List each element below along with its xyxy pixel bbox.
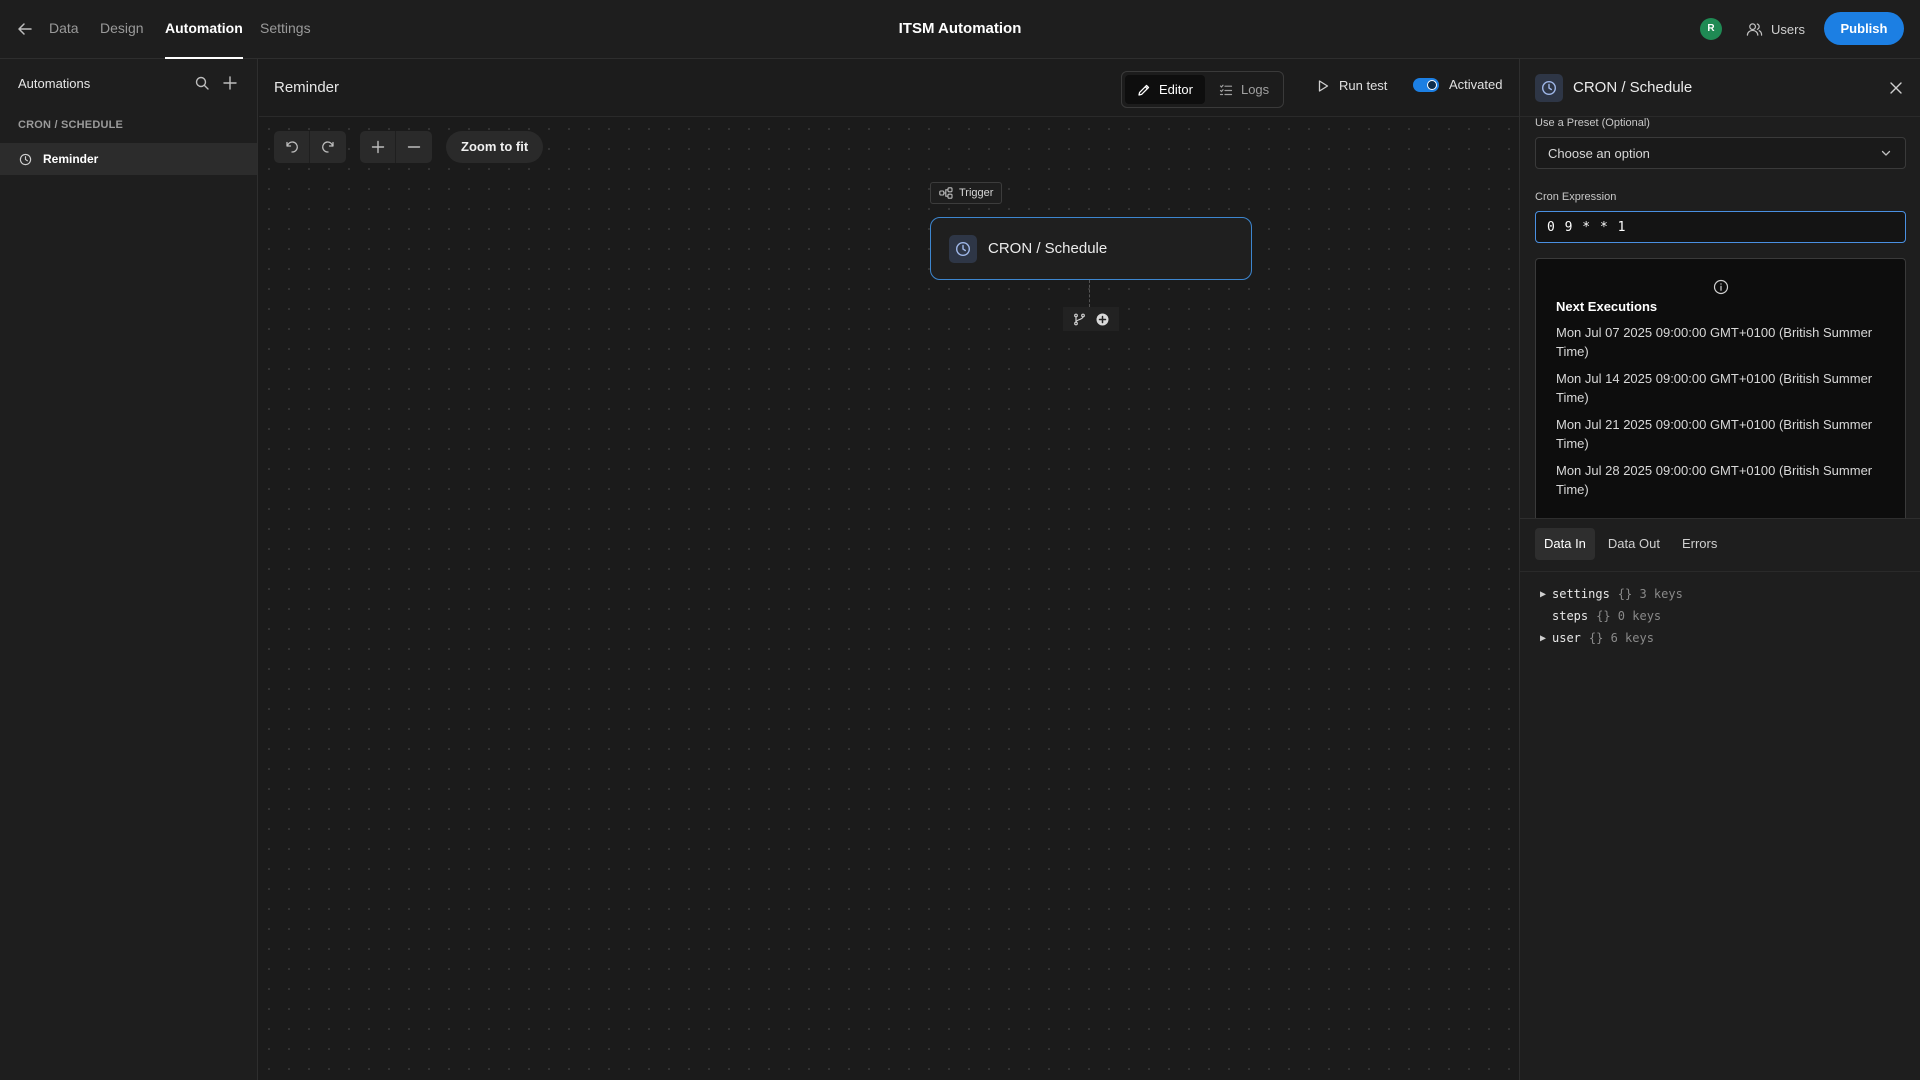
- avatar[interactable]: R: [1700, 18, 1722, 40]
- tab-data-out[interactable]: Data Out: [1599, 528, 1669, 560]
- preset-select[interactable]: Choose an option: [1535, 137, 1906, 169]
- tree-meta: {} 3 keys: [1617, 587, 1683, 601]
- flow-icon: [939, 187, 953, 199]
- activated-toggle[interactable]: [1413, 77, 1439, 92]
- cron-schedule-node[interactable]: CRON / Schedule: [930, 217, 1252, 280]
- plus-icon: [370, 139, 386, 155]
- chevron-down-icon: [1879, 146, 1893, 160]
- undo-icon: [284, 139, 300, 155]
- add-automation-icon[interactable]: [222, 75, 238, 91]
- run-test-button[interactable]: Run test: [1316, 78, 1387, 93]
- branch-icon[interactable]: [1073, 313, 1086, 326]
- executions-list: Mon Jul 07 2025 09:00:00 GMT+0100 (Briti…: [1556, 323, 1886, 507]
- run-test-label: Run test: [1339, 78, 1388, 93]
- history-controls: [274, 131, 346, 163]
- logs-label: Logs: [1240, 82, 1270, 97]
- automations-sidebar: Automations CRON / SCHEDULE Reminder: [0, 59, 258, 1080]
- clock-icon: [949, 234, 977, 263]
- top-bar: Data Design Automation Settings ITSM Aut…: [0, 0, 1920, 59]
- next-executions-title: Next Executions: [1556, 299, 1658, 314]
- trigger-text: Trigger: [959, 187, 994, 199]
- clock-icon: [1535, 74, 1563, 102]
- node-connector: [1089, 280, 1090, 307]
- next-executions-box: Next Executions Mon Jul 07 2025 09:00:00…: [1535, 258, 1906, 518]
- tab-errors[interactable]: Errors: [1673, 528, 1726, 560]
- tab-data[interactable]: Data: [49, 0, 79, 59]
- execution-item: Mon Jul 14 2025 09:00:00 GMT+0100 (Briti…: [1556, 371, 1873, 405]
- sidebar-title: Automations: [18, 76, 91, 91]
- preset-value: Choose an option: [1548, 145, 1650, 161]
- panel-title: CRON / Schedule: [1573, 79, 1693, 96]
- zoom-to-fit-button[interactable]: Zoom to fit: [446, 131, 544, 163]
- tabs-divider: [1520, 571, 1920, 572]
- play-icon: [1316, 79, 1330, 93]
- add-step-icon[interactable]: [1096, 313, 1109, 326]
- minus-icon: [406, 139, 422, 155]
- data-tree: ▶ settings {} 3 keys steps {} 0 keys ▶ u…: [1540, 583, 1683, 649]
- tree-row-settings[interactable]: ▶ settings {} 3 keys: [1540, 583, 1683, 605]
- panel-header: CRON / Schedule: [1520, 59, 1920, 117]
- tree-key: user: [1552, 631, 1581, 645]
- tree-row-steps[interactable]: steps {} 0 keys: [1540, 605, 1683, 627]
- list-icon: [1219, 83, 1233, 97]
- search-icon[interactable]: [194, 75, 210, 91]
- caret-right-icon: ▶: [1540, 632, 1547, 644]
- execution-item: Mon Jul 07 2025 09:00:00 GMT+0100 (Briti…: [1556, 325, 1873, 359]
- sidebar-item-reminder[interactable]: Reminder: [0, 143, 257, 175]
- node-title: CRON / Schedule: [988, 240, 1108, 257]
- activated-toggle-group: Activated: [1413, 77, 1502, 92]
- tree-key: settings: [1552, 587, 1610, 601]
- tree-row-user[interactable]: ▶ user {} 6 keys: [1540, 627, 1683, 649]
- clock-icon: [0, 153, 43, 166]
- view-switcher: Editor Logs: [1121, 71, 1284, 108]
- tab-editor[interactable]: Editor: [1125, 75, 1205, 104]
- editor-label: Editor: [1159, 82, 1193, 97]
- node-actions: [1063, 307, 1119, 331]
- preset-label: Use a Preset (Optional): [1535, 117, 1650, 129]
- execution-item: Mon Jul 28 2025 09:00:00 GMT+0100 (Briti…: [1556, 463, 1873, 497]
- publish-button[interactable]: Publish: [1824, 12, 1904, 45]
- sidebar-section-cron: CRON / SCHEDULE: [18, 119, 124, 131]
- zoom-out-button[interactable]: [396, 131, 432, 163]
- automation-canvas[interactable]: Reminder Editor Logs Run test Activated …: [259, 59, 1519, 1080]
- tree-meta: {} 0 keys: [1596, 609, 1662, 623]
- info-icon: [1713, 279, 1729, 295]
- execution-item: Mon Jul 21 2025 09:00:00 GMT+0100 (Briti…: [1556, 417, 1873, 451]
- tree-key: steps: [1552, 609, 1589, 623]
- tab-design[interactable]: Design: [100, 0, 144, 59]
- zoom-in-button[interactable]: [360, 131, 396, 163]
- users-icon: [1746, 21, 1763, 38]
- tab-logs[interactable]: Logs: [1207, 75, 1281, 104]
- undo-button[interactable]: [274, 131, 310, 163]
- trigger-label: Trigger: [930, 182, 1003, 204]
- tab-automation[interactable]: Automation: [165, 0, 243, 59]
- close-icon[interactable]: [1888, 80, 1904, 96]
- back-arrow-icon[interactable]: [16, 20, 34, 38]
- cron-label: Cron Expression: [1535, 191, 1617, 203]
- tree-meta: {} 6 keys: [1588, 631, 1654, 645]
- automation-name: Reminder: [274, 79, 340, 96]
- redo-button[interactable]: [310, 131, 346, 163]
- sidebar-item-label: Reminder: [43, 152, 99, 166]
- users-label: Users: [1771, 21, 1805, 37]
- tab-data-in[interactable]: Data In: [1535, 528, 1595, 560]
- pencil-icon: [1137, 83, 1151, 97]
- tab-settings[interactable]: Settings: [260, 0, 311, 59]
- step-settings-panel: CRON / Schedule Use a Preset (Optional) …: [1519, 59, 1920, 1080]
- redo-icon: [320, 139, 336, 155]
- zoom-controls: [360, 131, 432, 163]
- caret-right-icon: ▶: [1540, 588, 1547, 600]
- activated-label: Activated: [1449, 77, 1503, 92]
- canvas-header: Reminder Editor Logs Run test Activated: [259, 59, 1519, 117]
- cron-expression-input[interactable]: [1535, 211, 1906, 243]
- users-button[interactable]: Users: [1746, 18, 1805, 40]
